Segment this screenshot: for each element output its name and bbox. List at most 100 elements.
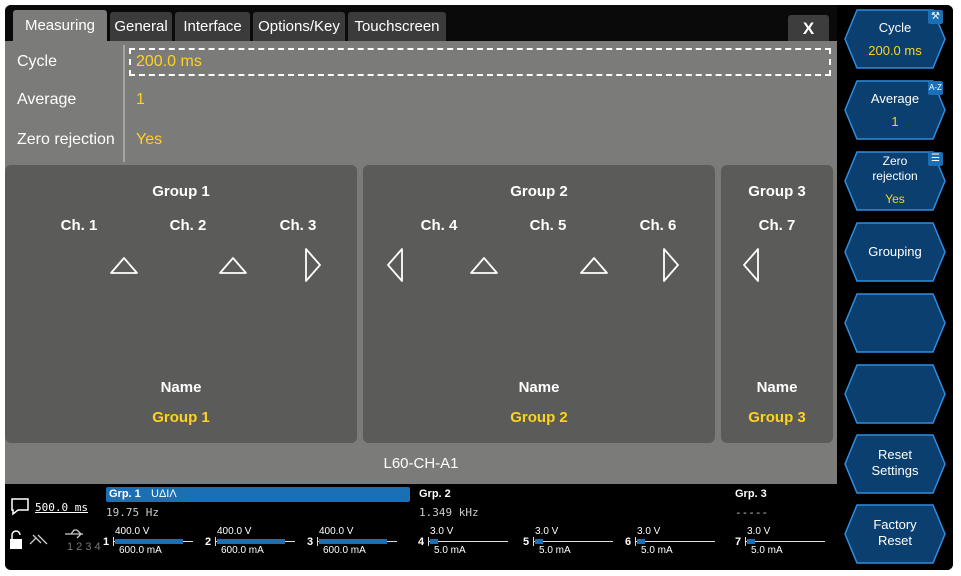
group-panel-1: Group 1 Ch. 1 Ch. 2 Ch. 3 Name Group 1 xyxy=(5,165,357,443)
softkey-grouping[interactable]: Grouping xyxy=(843,221,947,283)
meter-current-range: 600.0 mA xyxy=(221,545,264,556)
merge-up-arrow-icon[interactable] xyxy=(579,255,609,275)
meter-voltage-range: 400.0 V xyxy=(217,526,252,537)
softkey-empty-1[interactable] xyxy=(843,292,947,354)
tab-bar: Measuring General Interface Options/Key … xyxy=(5,5,837,41)
usb-icon xyxy=(65,529,83,539)
move-left-arrow-icon[interactable] xyxy=(741,247,761,283)
meter-current-range: 5.0 mA xyxy=(539,545,571,556)
param-row-average[interactable]: Average 1 xyxy=(5,84,837,116)
tab-measuring[interactable]: Measuring xyxy=(13,10,107,41)
softkey-label: Factory Reset xyxy=(873,517,917,548)
meter-fill-bar xyxy=(319,539,387,544)
channel-meter-7: 7 3.0 V 5.0 mA xyxy=(735,526,835,558)
param-row-zero-rejection[interactable]: Zero rejection Yes xyxy=(5,124,837,156)
grouping-area: Group 1 Ch. 1 Ch. 2 Ch. 3 Name Group 1 G… xyxy=(5,163,837,445)
meter-scale xyxy=(533,541,613,542)
speech-bubble-icon xyxy=(11,498,29,516)
softkey-value: 200.0 ms xyxy=(868,43,922,58)
meter-scale xyxy=(428,541,508,542)
param-row-cycle[interactable]: Cycle 200.0 ms xyxy=(5,46,837,78)
merge-up-arrow-icon[interactable] xyxy=(218,255,248,275)
channel-label: Ch. 5 xyxy=(529,217,567,234)
device-screen: Measuring General Interface Options/Key … xyxy=(5,5,953,570)
meter-fill-bar xyxy=(430,539,438,544)
softkey-label: Reset Settings xyxy=(871,447,919,478)
channel-meter-3: 3 400.0 V 600.0 mA xyxy=(307,526,407,558)
group-title: Group 1 xyxy=(152,183,210,200)
softkey-empty-2[interactable] xyxy=(843,363,947,425)
group-title: Group 3 xyxy=(748,183,806,200)
move-right-arrow-icon[interactable] xyxy=(661,247,681,283)
meter-channel-number: 5 xyxy=(523,536,530,548)
status-group-frequency: ----- xyxy=(735,506,769,519)
status-bar: 500.0 ms 1 2 3 4 Grp. 1 UΔIΛ 19.75 Hz Gr… xyxy=(5,484,837,570)
tab-general[interactable]: General xyxy=(110,12,172,41)
param-label: Zero rejection xyxy=(17,131,115,148)
meter-current-range: 5.0 mA xyxy=(751,545,783,556)
softkey-zero-rejection[interactable]: Zero rejection Yes ☰ xyxy=(843,150,947,212)
param-value: 1 xyxy=(136,91,145,108)
meter-current-range: 600.0 mA xyxy=(119,545,162,556)
group-name-label: Name xyxy=(518,379,560,396)
main-area: Measuring General Interface Options/Key … xyxy=(5,5,837,570)
meter-channel-number: 7 xyxy=(735,536,742,548)
cycle-status: 500.0 ms xyxy=(35,501,88,514)
channel-label: Ch. 2 xyxy=(169,217,207,234)
channel-label: Ch. 4 xyxy=(420,217,458,234)
meter-fill-bar xyxy=(747,539,755,544)
meter-channel-number: 6 xyxy=(625,536,632,548)
softkey-reset-settings[interactable]: Reset Settings xyxy=(843,433,947,495)
close-button[interactable]: X xyxy=(788,15,829,41)
move-right-arrow-icon[interactable] xyxy=(303,247,323,283)
softkey-panel: Cycle 200.0 ms ⚒ Average 1 A-Z Zero reje… xyxy=(837,5,953,570)
channel-label: Ch. 6 xyxy=(639,217,677,234)
status-group-label: Grp. 2 xyxy=(419,488,451,500)
hammer-icon: ⚒ xyxy=(928,10,943,24)
channel-meter-4: 4 3.0 V 5.0 mA xyxy=(418,526,518,558)
merge-up-arrow-icon[interactable] xyxy=(109,255,139,275)
merge-up-arrow-icon[interactable] xyxy=(469,255,499,275)
meter-voltage-range: 400.0 V xyxy=(115,526,150,537)
channel-label: Ch. 3 xyxy=(279,217,317,234)
group-panel-2: Group 2 Ch. 4 Ch. 5 Ch. 6 Name Group 2 xyxy=(363,165,715,443)
param-label: Average xyxy=(17,91,77,108)
lock-icon xyxy=(10,530,22,549)
meter-scale xyxy=(745,541,825,542)
meter-channel-number: 4 xyxy=(418,536,425,548)
meter-voltage-range: 3.0 V xyxy=(430,526,454,537)
status-group-label: Grp. 1 xyxy=(109,488,141,500)
device-model-label: L60-CH-A1 xyxy=(383,455,459,472)
meter-channel-number: 3 xyxy=(307,536,314,548)
group-name-label: Name xyxy=(160,379,202,396)
status-group-unit: UΔIΛ xyxy=(151,488,177,500)
softkey-average[interactable]: Average 1 A-Z xyxy=(843,79,947,141)
softkey-cycle[interactable]: Cycle 200.0 ms ⚒ xyxy=(843,8,947,70)
meter-fill-bar xyxy=(535,539,543,544)
tab-touchscreen[interactable]: Touchscreen xyxy=(348,12,446,41)
meter-fill-bar xyxy=(637,539,645,544)
param-label: Cycle xyxy=(17,53,58,70)
meter-fill-bar xyxy=(217,539,285,544)
softkey-factory-reset[interactable]: Factory Reset xyxy=(843,503,947,565)
meter-current-range: 5.0 mA xyxy=(434,545,466,556)
channel-meter-2: 2 400.0 V 600.0 mA xyxy=(205,526,305,558)
tab-interface[interactable]: Interface xyxy=(175,12,250,41)
softkey-label: Zero rejection xyxy=(872,154,918,183)
group-name-value[interactable]: Group 1 xyxy=(5,409,357,426)
tab-options-key[interactable]: Options/Key xyxy=(253,12,345,41)
meter-voltage-range: 400.0 V xyxy=(319,526,354,537)
meter-voltage-range: 3.0 V xyxy=(747,526,771,537)
status-group-frequency: 1.349 kHz xyxy=(419,506,479,519)
softkey-value: Yes xyxy=(885,192,905,206)
plug-icon xyxy=(29,534,48,545)
channel-label: Ch. 7 xyxy=(758,217,796,234)
softkey-label: Grouping xyxy=(868,244,922,259)
group-panel-3: Group 3 Ch. 7 Name Group 3 xyxy=(721,165,833,443)
move-left-arrow-icon[interactable] xyxy=(385,247,405,283)
meter-current-range: 600.0 mA xyxy=(323,545,366,556)
status-group-frequency: 19.75 Hz xyxy=(106,506,159,519)
param-value: 200.0 ms xyxy=(136,53,202,70)
group-name-value[interactable]: Group 2 xyxy=(363,409,715,426)
group-name-value[interactable]: Group 3 xyxy=(721,409,833,426)
